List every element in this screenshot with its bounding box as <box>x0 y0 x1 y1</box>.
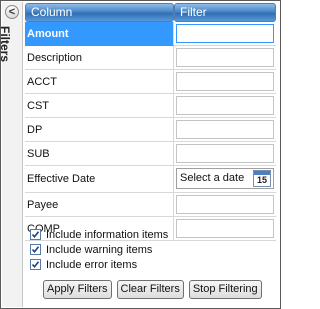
filter-grid: Column Filter Amount Description ACCT CS… <box>25 3 276 241</box>
action-buttons: Apply Filters Clear Filters Stop Filteri… <box>43 280 267 299</box>
grid-row-cst[interactable]: CST <box>25 94 276 118</box>
row-column-name: Description <box>25 46 174 70</box>
option-label: Include warning items <box>46 243 153 256</box>
apply-filters-button[interactable]: Apply Filters <box>43 280 112 299</box>
date-placeholder: Select a date <box>180 172 245 184</box>
row-column-name: DP <box>25 118 174 142</box>
filter-input-payee[interactable] <box>176 195 274 214</box>
row-column-name: Payee <box>25 193 174 217</box>
row-column-name: CST <box>25 94 174 118</box>
row-column-name: Amount <box>25 22 174 46</box>
stop-filtering-button[interactable]: Stop Filtering <box>188 280 262 299</box>
filters-panel: < Filters Column Filter Amount Descripti… <box>0 0 281 309</box>
row-column-name: ACCT <box>25 70 174 94</box>
collapse-chevron-icon[interactable]: < <box>5 5 19 19</box>
grid-header: Column Filter <box>25 3 276 22</box>
clear-filters-button[interactable]: Clear Filters <box>116 280 184 299</box>
grid-row-amount[interactable]: Amount <box>25 22 276 46</box>
filter-input-comp[interactable] <box>176 219 274 238</box>
filter-input-cst[interactable] <box>176 96 274 115</box>
grid-row-dp[interactable]: DP <box>25 118 276 142</box>
filter-input-acct[interactable] <box>176 72 274 91</box>
date-picker-field[interactable]: Select a date 15 <box>176 168 274 189</box>
column-header-column[interactable]: Column <box>25 3 174 22</box>
grid-row-effective-date[interactable]: Effective Date Select a date 15 <box>25 166 276 193</box>
checkbox-checked-icon[interactable] <box>30 244 41 255</box>
option-label: Include error items <box>46 258 138 271</box>
panel-title: Filters <box>0 26 12 63</box>
filter-input-amount[interactable] <box>176 24 274 43</box>
checkbox-checked-icon[interactable] <box>30 259 41 270</box>
grid-row-sub[interactable]: SUB <box>25 142 276 166</box>
calendar-icon[interactable]: 15 <box>253 170 271 187</box>
column-header-filter[interactable]: Filter <box>174 3 276 22</box>
grid-row-acct[interactable]: ACCT <box>25 70 276 94</box>
grid-row-description[interactable]: Description <box>25 46 276 70</box>
options-group: Include information items Include warnin… <box>30 227 168 272</box>
filter-input-sub[interactable] <box>176 144 274 163</box>
checkbox-checked-icon[interactable] <box>30 229 41 240</box>
row-column-name: SUB <box>25 142 174 166</box>
option-label: Include information items <box>46 228 169 241</box>
filters-sidebar: < Filters <box>0 2 23 307</box>
option-error-items[interactable]: Include error items <box>30 257 168 272</box>
row-column-name: Effective Date <box>25 166 174 193</box>
grid-row-payee[interactable]: Payee <box>25 193 276 217</box>
filter-input-description[interactable] <box>176 48 274 67</box>
filter-input-dp[interactable] <box>176 120 274 139</box>
option-warning-items[interactable]: Include warning items <box>30 242 168 257</box>
option-information-items[interactable]: Include information items <box>30 227 168 242</box>
